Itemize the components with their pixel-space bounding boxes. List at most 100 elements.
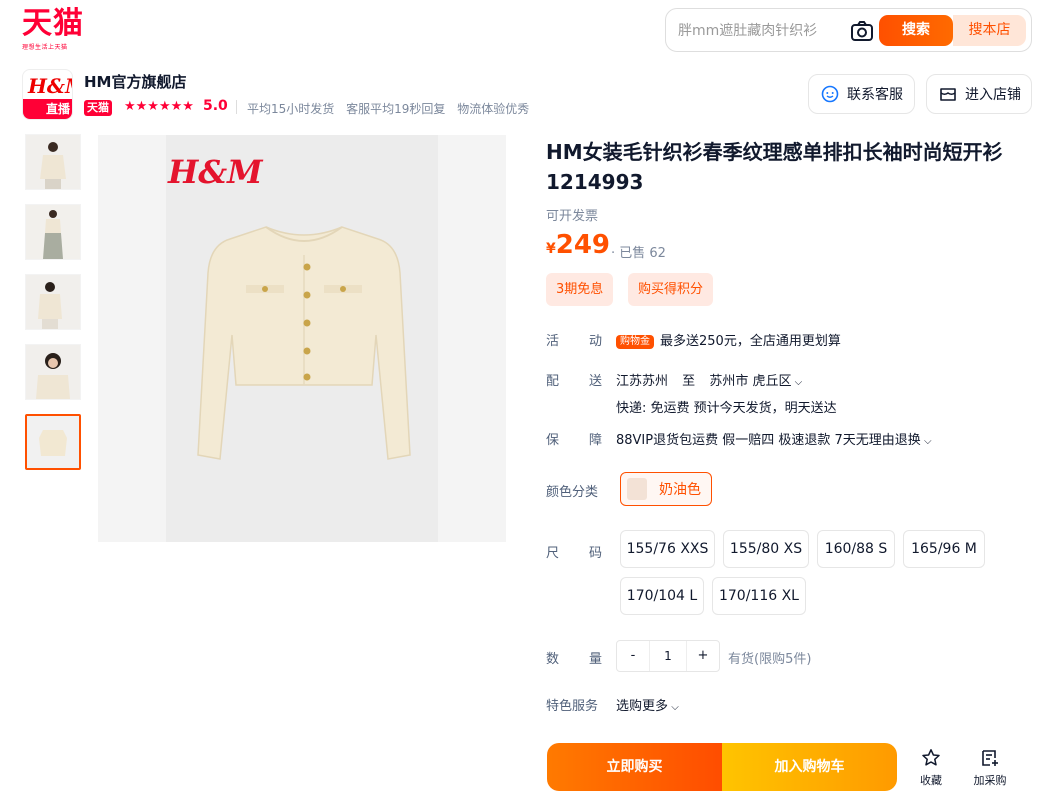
model-photo [26, 275, 80, 329]
guarantee-label-a: 保 [546, 433, 560, 448]
live-badge-label: 直播 [45, 102, 70, 116]
shop-name[interactable]: HM官方旗舰店 [84, 71, 186, 92]
special-service-select[interactable]: 选购更多 ⌵ [616, 695, 679, 714]
shop-logo-text: H&M [28, 74, 72, 98]
delivery-destination[interactable]: 苏州市 虎丘区 [709, 374, 791, 389]
special-service-value: 选购更多 [616, 699, 669, 714]
promo-label-b: 动 [588, 334, 602, 349]
thumbnail-5[interactable] [25, 414, 81, 470]
points-chip[interactable]: 购买得积分 [628, 273, 714, 306]
color-swatch [627, 478, 647, 500]
thumbnail-3[interactable] [25, 274, 81, 330]
shopping-gold-badge: 购物金 [616, 335, 654, 349]
thumbnail-4[interactable] [25, 344, 81, 400]
contact-service-label: 联系客服 [847, 87, 903, 103]
cardigan-illustration [197, 226, 411, 460]
shop-metric-logistics: 物流体验优秀 [457, 102, 530, 116]
price-value: 249 [555, 230, 611, 260]
search-button[interactable]: 搜索 [879, 15, 953, 46]
quantity-input[interactable]: 1 [649, 641, 687, 671]
size-label-b: 码 [588, 546, 602, 561]
delivery-to-word: 至 [682, 374, 696, 389]
delivery-detail: 快递: 免运费 预计今天发货，明天送达 [616, 401, 837, 416]
logo-text: 天猫 [22, 6, 84, 41]
favorite-label: 收藏 [920, 774, 942, 787]
promo-info: 购物金 最多送250元，全店通用更划算 [616, 330, 841, 349]
quantity-decrease-button[interactable]: - [617, 641, 649, 671]
buy-now-button[interactable]: 立即购买 [547, 743, 722, 791]
delivery-label-a: 配 [546, 374, 560, 389]
model-photo [26, 135, 80, 189]
size-option-s[interactable]: 160/88 S [817, 530, 895, 568]
size-option-xxs[interactable]: 155/76 XXS [620, 530, 715, 568]
logo-slogan: 理想生活上天猫 [22, 44, 68, 51]
promo-label-a: 活 [546, 334, 560, 349]
product-photo [27, 416, 79, 468]
search-bar: 搜索 搜本店 [665, 8, 1032, 52]
shop-metric-shipping: 平均15小时发货 [247, 102, 335, 116]
color-label: 颜色分类 [546, 485, 599, 500]
search-shop-button[interactable]: 搜本店 [953, 15, 1026, 46]
promo-label: 活动 [546, 330, 602, 349]
special-service-label: 特色服务 [546, 699, 599, 714]
rating-score: 5.0 [203, 98, 228, 114]
quantity-increase-button[interactable]: + [687, 641, 719, 671]
store-icon [940, 88, 956, 101]
invoice-note: 可开发票 [546, 209, 599, 224]
size-label-a: 尺 [546, 546, 560, 561]
color-option-cream[interactable]: 奶油色 [620, 472, 712, 506]
search-input[interactable] [678, 21, 846, 41]
quantity-stepper: - 1 + [616, 640, 720, 672]
favorite-button[interactable]: 收藏 [911, 748, 951, 788]
color-option-label: 奶油色 [659, 482, 701, 498]
sold-count: · 已售 62 [611, 246, 666, 261]
contact-service-button[interactable]: 联系客服 [808, 74, 915, 114]
quantity-label-a: 数 [546, 652, 560, 667]
shop-logo[interactable]: H&M 直播 [22, 69, 73, 120]
rating-stars: ★★★★★★ [124, 99, 194, 114]
guarantee-info[interactable]: 88VIP退货包运费 假一赔四 极速退款 7天无理由退换 ⌵ [616, 429, 932, 448]
guarantee-label: 保障 [546, 429, 602, 448]
quantity-label-b: 量 [588, 652, 602, 667]
add-to-list-button[interactable]: 加采购 [970, 748, 1010, 788]
guarantee-text: 88VIP退货包运费 假一赔四 极速退款 7天无理由退换 [616, 433, 921, 448]
tmall-logo[interactable]: 天猫 理想生活上天猫 [22, 8, 94, 52]
chat-icon [821, 85, 839, 103]
delivery-label-b: 送 [588, 374, 602, 389]
chevron-down-icon[interactable]: ⌵ [791, 377, 803, 388]
star-icon [922, 749, 940, 766]
enter-shop-label: 进入店铺 [965, 87, 1021, 103]
divider [236, 100, 237, 114]
size-option-xs[interactable]: 155/80 XS [723, 530, 809, 568]
stock-status: 有货(限购5件) [728, 652, 812, 667]
size-option-xl[interactable]: 170/116 XL [712, 577, 806, 615]
product-title: HM女装毛针织衫春季纹理感单排扣长袖时尚短开衫1214993 [546, 140, 1003, 194]
thumbnail-2[interactable] [25, 204, 81, 260]
promo-text: 最多送250元，全店通用更划算 [660, 334, 841, 349]
main-product-image[interactable]: H&M [98, 135, 506, 542]
enter-shop-button[interactable]: 进入店铺 [926, 74, 1032, 114]
hm-logo: H&M [168, 153, 263, 191]
price: ¥249 [546, 230, 610, 260]
delivery-from: 江苏苏州 [616, 374, 669, 389]
thumbnail-1[interactable] [25, 134, 81, 190]
shop-metric-reply: 客服平均19秒回复 [346, 102, 446, 116]
quantity-label: 数量 [546, 648, 602, 667]
size-label: 尺码 [546, 542, 602, 561]
camera-icon[interactable] [850, 20, 874, 42]
tmall-badge: 天猫 [84, 100, 112, 116]
price-currency: ¥ [546, 241, 556, 257]
chevron-down-icon: ⌵ [668, 702, 679, 713]
add-to-cart-button[interactable]: 加入购物车 [722, 743, 897, 791]
model-photo [26, 345, 80, 399]
size-option-l[interactable]: 170/104 L [620, 577, 704, 615]
add-to-list-label: 加采购 [973, 774, 1007, 787]
size-option-m[interactable]: 165/96 M [903, 530, 985, 568]
installment-chip[interactable]: 3期免息 [546, 273, 614, 306]
live-badge[interactable]: 直播 [23, 99, 72, 119]
delivery-route: 江苏苏州 至 苏州市 虎丘区 ⌵ [616, 370, 802, 389]
delivery-label: 配送 [546, 370, 602, 389]
chevron-down-icon[interactable]: ⌵ [921, 436, 932, 447]
shop-metrics: 平均15小时发货 客服平均19秒回复 物流体验优秀 [247, 100, 537, 117]
guarantee-label-b: 障 [588, 433, 602, 448]
